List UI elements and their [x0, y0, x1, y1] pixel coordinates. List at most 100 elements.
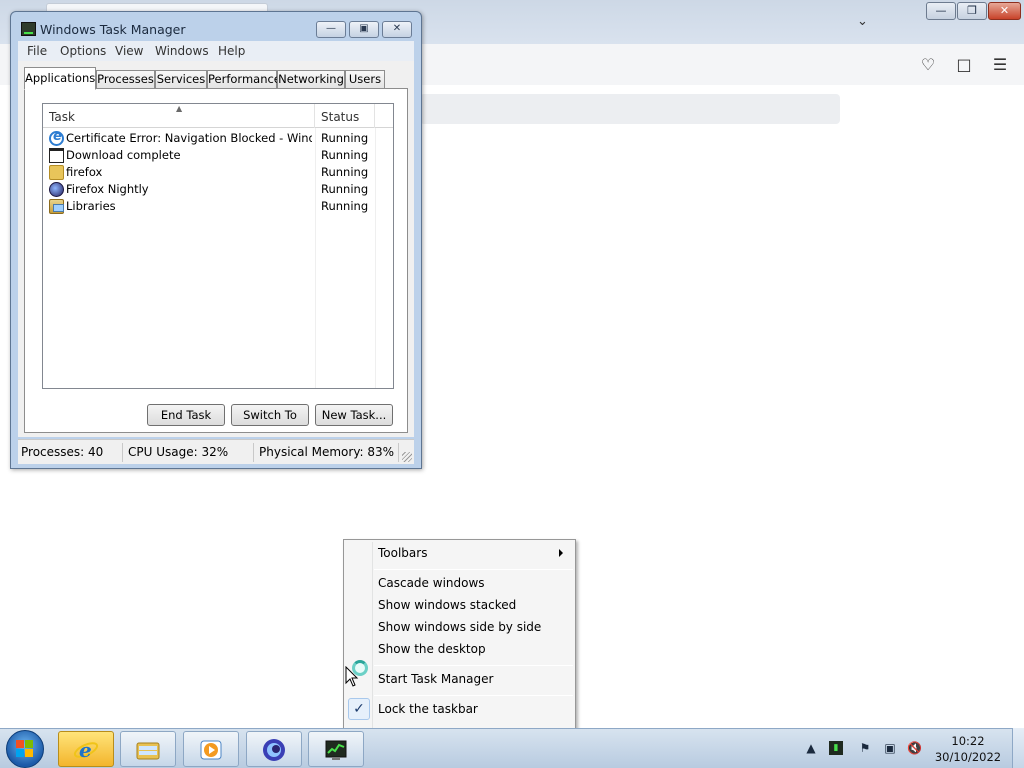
menu-separator — [374, 695, 573, 696]
task-manager-icon — [325, 740, 347, 760]
action-center-flag-icon[interactable]: ⚑ — [858, 741, 872, 755]
task-name: Libraries — [66, 199, 116, 213]
sort-ascending-icon: ▲ — [176, 104, 183, 113]
window-title: Windows Task Manager — [40, 22, 186, 37]
menu-item-cascade-windows[interactable]: Cascade windows — [378, 576, 485, 590]
folder-icon — [49, 165, 64, 180]
end-task-button[interactable]: End Task — [147, 404, 225, 426]
extensions-icon[interactable]: □ — [954, 55, 974, 75]
task-name: Download complete — [66, 148, 181, 162]
cpu-usage: CPU Usage: 32% — [128, 445, 229, 459]
browser-restore-button[interactable]: ❐ — [957, 2, 987, 20]
status-divider — [253, 443, 254, 462]
task-name: Firefox Nightly — [66, 182, 149, 196]
task-name: firefox — [66, 165, 103, 179]
taskbar-windows-explorer[interactable] — [120, 731, 176, 767]
menu-separator — [374, 665, 573, 666]
column-task-label: Task — [49, 110, 75, 124]
menu-item-show-desktop[interactable]: Show the desktop — [378, 642, 486, 656]
browser-minimize-button[interactable]: — — [926, 2, 956, 20]
tab-networking[interactable]: Networking — [277, 70, 345, 89]
minimize-button[interactable]: — — [316, 21, 346, 38]
task-status: Running — [321, 148, 369, 162]
internet-explorer-icon: e — [73, 738, 99, 762]
browser-close-button[interactable]: ✕ — [988, 2, 1021, 20]
task-manager-tray-icon[interactable]: ▮ — [829, 741, 843, 755]
pocket-icon[interactable]: ♡ — [918, 55, 938, 75]
show-hidden-icons-icon[interactable]: ▲ — [804, 741, 818, 755]
menu-item-toolbars[interactable]: Toolbars — [378, 546, 427, 560]
menu-help[interactable]: Help — [218, 44, 245, 58]
browser-address-bar[interactable] — [420, 94, 840, 124]
task-status: Running — [321, 165, 369, 179]
table-row[interactable]: firefox Running — [43, 164, 393, 181]
taskbar-context-menu: Toolbars Cascade windows Show windows st… — [343, 539, 576, 729]
menu-gutter — [372, 542, 373, 728]
close-button[interactable]: ✕ — [382, 21, 412, 38]
applications-list[interactable]: Task ▲ Status Certificate Error: Navigat… — [42, 103, 394, 389]
task-name: Certificate Error: Navigation Blocked - … — [66, 131, 312, 145]
column-status-label: Status — [321, 110, 360, 124]
menu-separator — [374, 569, 573, 570]
tab-services[interactable]: Services — [155, 70, 207, 89]
task-manager-window: Windows Task Manager — ▣ ✕ File Options … — [10, 11, 422, 469]
switch-to-button[interactable]: Switch To — [231, 404, 309, 426]
status-bar: Processes: 40 CPU Usage: 32% Physical Me… — [18, 439, 414, 464]
firefox-nightly-icon — [49, 182, 64, 197]
firefox-icon — [263, 739, 285, 761]
tab-users[interactable]: Users — [345, 70, 385, 89]
menu-view[interactable]: View — [115, 44, 143, 58]
menu-options[interactable]: Options — [60, 44, 106, 58]
task-status: Running — [321, 131, 369, 145]
new-task-button[interactable]: New Task... — [315, 404, 393, 426]
applications-panel: Task ▲ Status Certificate Error: Navigat… — [24, 88, 408, 433]
list-all-tabs-chevron-icon[interactable]: ⌄ — [857, 14, 871, 29]
svg-text:e: e — [79, 738, 92, 762]
menu-item-lock-taskbar[interactable]: Lock the taskbar — [378, 702, 478, 716]
processes-count: Processes: 40 — [21, 445, 104, 459]
physical-memory: Physical Memory: 83% — [259, 445, 395, 459]
taskbar-firefox[interactable] — [246, 731, 302, 767]
media-player-icon — [200, 740, 222, 760]
tab-performance[interactable]: Performance — [207, 70, 281, 89]
taskbar-internet-explorer[interactable]: e — [58, 731, 114, 767]
status-divider — [122, 443, 123, 462]
menu-item-windows-stacked[interactable]: Show windows stacked — [378, 598, 516, 612]
menu-file[interactable]: File — [27, 44, 47, 58]
table-row[interactable]: Libraries Running — [43, 198, 393, 215]
status-divider — [398, 443, 399, 462]
taskbar-task-manager[interactable] — [308, 731, 364, 767]
submenu-arrow-icon — [559, 549, 563, 557]
window-icon — [49, 148, 64, 163]
task-manager-body: Applications Processes Services Performa… — [18, 61, 414, 437]
resize-grip-icon[interactable] — [402, 452, 412, 462]
menu-windows[interactable]: Windows — [155, 44, 209, 58]
table-row[interactable]: Download complete Running — [43, 147, 393, 164]
tab-processes[interactable]: Processes — [96, 70, 155, 89]
windows-logo-icon — [16, 740, 34, 758]
menu-item-side-by-side[interactable]: Show windows side by side — [378, 620, 541, 634]
menu-item-start-task-manager[interactable]: Start Task Manager — [378, 672, 493, 686]
task-status: Running — [321, 199, 369, 213]
start-button[interactable] — [6, 730, 44, 768]
taskbar-media-player[interactable] — [183, 731, 239, 767]
maximize-button[interactable]: ▣ — [349, 21, 379, 38]
task-status: Running — [321, 182, 369, 196]
internet-explorer-icon — [49, 129, 64, 146]
clock-time: 10:22 — [951, 734, 985, 748]
table-row[interactable]: Certificate Error: Navigation Blocked - … — [43, 129, 393, 147]
busy-indicator-icon — [352, 660, 368, 676]
clock[interactable]: 10:22 30/10/2022 — [930, 733, 1006, 765]
list-header: Task ▲ Status — [43, 104, 393, 128]
column-header-status[interactable]: Status — [315, 104, 375, 128]
checkmark-icon: ✓ — [348, 698, 370, 720]
volume-muted-icon[interactable]: 🔇 — [907, 741, 922, 755]
tab-applications[interactable]: Applications — [24, 67, 96, 90]
network-icon[interactable]: ▣ — [883, 741, 897, 755]
table-row[interactable]: Firefox Nightly Running — [43, 181, 393, 198]
clock-date: 30/10/2022 — [934, 750, 1002, 764]
hamburger-menu-icon[interactable]: ☰ — [990, 55, 1010, 75]
menu-bar: File Options View Windows Help — [18, 41, 414, 61]
show-desktop-button[interactable] — [1012, 728, 1024, 768]
task-manager-icon — [21, 22, 36, 36]
